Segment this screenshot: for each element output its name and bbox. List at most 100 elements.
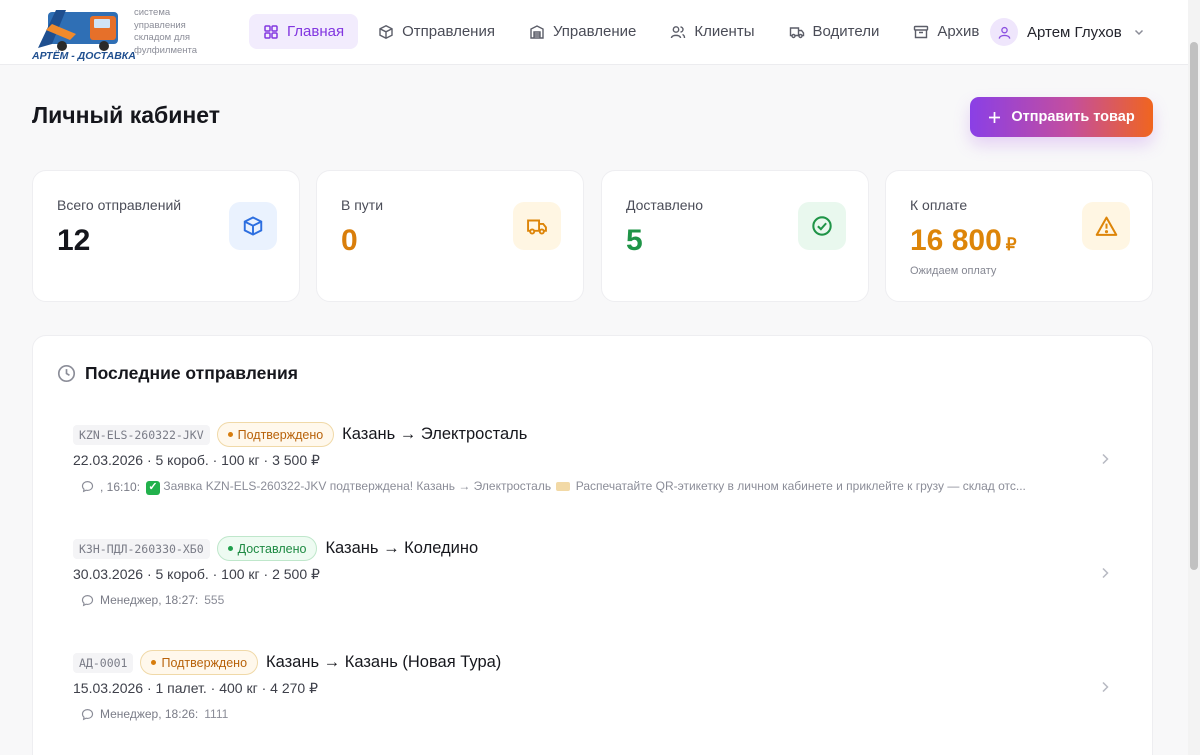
top-navbar: АРТЁМ - ДОСТАВКА система управления скла… bbox=[0, 0, 1188, 65]
user-name: Артем Глухов bbox=[1027, 23, 1122, 41]
shipment-meta: 30.03.2026 · 5 короб. · 100 кг · 2 500 ₽ bbox=[73, 566, 320, 582]
comment-icon bbox=[81, 481, 94, 493]
brand-tagline: система управления складом для фулфилмен… bbox=[134, 7, 198, 56]
warning-icon bbox=[1082, 202, 1130, 250]
stat-value: 0 bbox=[341, 224, 358, 257]
nav-item-shipments[interactable]: Отправления bbox=[364, 14, 509, 49]
shipment-row[interactable]: КЗН-ПДЛ-260330-ХБ0 Доставлено Казань → К… bbox=[33, 536, 1152, 636]
status-badge: Подтверждено bbox=[216, 422, 335, 447]
comment-text: 1111 bbox=[204, 707, 229, 721]
stat-value: 5 bbox=[626, 224, 643, 257]
user-icon bbox=[998, 26, 1010, 39]
shipment-route: Казань → Электросталь bbox=[342, 425, 528, 443]
stat-card-in-transit: В пути 0 bbox=[316, 170, 584, 302]
page-title: Личный кабинет bbox=[32, 102, 220, 128]
ticket-icon bbox=[556, 482, 571, 492]
status-dot bbox=[227, 546, 233, 551]
scrollbar-thumb[interactable] bbox=[1190, 42, 1198, 570]
comment-author: Менеджер, 18:26: bbox=[100, 707, 199, 721]
shipment-route: Казань → Коледино bbox=[325, 539, 479, 557]
stat-card-delivered: Доставлено 5 bbox=[601, 170, 869, 302]
shipment-header: АД-0001 Подтверждено Казань → Казань (Но… bbox=[73, 650, 501, 675]
nav-label: Главная bbox=[287, 23, 345, 40]
stat-label: В пути bbox=[341, 197, 384, 213]
status-text: Подтверждено bbox=[161, 655, 248, 670]
shipment-route: Казань → Казань (Новая Тура) bbox=[266, 653, 502, 671]
page-scrollbar[interactable] bbox=[1188, 0, 1200, 755]
check-mark-icon: ✓ bbox=[146, 480, 161, 495]
status-text: Подтверждено bbox=[237, 427, 324, 442]
nav-label: Водители bbox=[812, 23, 880, 40]
comment-part: Заявка KZN-ELS-260322-JKV подтверждена! … bbox=[163, 479, 552, 493]
stat-label: К оплате bbox=[910, 197, 968, 213]
comment-author: Менеджер, 18:27: bbox=[100, 593, 199, 607]
nav-label: Отправления bbox=[402, 23, 495, 40]
status-dot bbox=[151, 660, 157, 665]
stat-label: Доставлено bbox=[626, 197, 704, 213]
shipment-code: KZN-ELS-260322-JKV bbox=[73, 424, 210, 445]
nav-item-home[interactable]: Главная bbox=[249, 14, 359, 49]
archive-icon bbox=[914, 25, 929, 38]
shipment-header: KZN-ELS-260322-JKV Подтверждено Казань →… bbox=[73, 422, 527, 447]
shipment-code: АД-0001 bbox=[73, 652, 134, 673]
shipment-meta: 22.03.2026 · 5 короб. · 100 кг · 3 500 ₽ bbox=[73, 452, 320, 468]
last-comment: Менеджер, 18:26: 1111 bbox=[81, 707, 228, 721]
comment-text: ✓ Заявка KZN-ELS-260322-JKV подтверждена… bbox=[146, 479, 1026, 495]
users-icon bbox=[671, 25, 686, 38]
nav-item-drivers[interactable]: Водители bbox=[775, 14, 894, 49]
nav-label: Клиенты bbox=[694, 23, 755, 40]
nav-label: Управление bbox=[552, 23, 637, 40]
chevron-right-icon bbox=[1102, 567, 1109, 579]
warehouse-icon bbox=[530, 24, 544, 39]
plus-icon bbox=[989, 111, 1001, 123]
truck-icon bbox=[789, 26, 804, 38]
comment-text: 555 bbox=[204, 593, 225, 607]
comment-icon bbox=[81, 708, 94, 720]
shipment-header: КЗН-ПДЛ-260330-ХБ0 Доставлено Казань → К… bbox=[73, 536, 478, 561]
comment-author: , 16:10: bbox=[100, 479, 141, 494]
status-text: Доставлено bbox=[237, 541, 307, 556]
stat-sub: Ожидаем оплату bbox=[910, 265, 997, 277]
recent-shipments-panel: Последние отправления KZN-ELS-260322-JKV… bbox=[32, 335, 1153, 755]
main-nav: Главная Отправления Управление Клиенты В… bbox=[249, 14, 993, 49]
chevron-right-icon bbox=[1102, 681, 1109, 693]
shipment-meta: 15.03.2026 · 1 палет. · 400 кг · 4 270 ₽ bbox=[73, 680, 318, 696]
nav-item-archive[interactable]: Архив bbox=[899, 14, 993, 49]
stat-card-total: Всего отправлений 12 bbox=[32, 170, 300, 302]
last-comment: , 16:10: ✓ Заявка KZN-ELS-260322-JKV под… bbox=[81, 479, 1026, 495]
user-menu[interactable]: Артем Глухов bbox=[990, 18, 1145, 46]
svg-text:АРТЁМ - ДОСТАВКА: АРТЁМ - ДОСТАВКА bbox=[31, 49, 136, 62]
company-logo[interactable]: АРТЁМ - ДОСТАВКА bbox=[30, 4, 136, 62]
currency: ₽ bbox=[1005, 235, 1017, 254]
shipment-code: КЗН-ПДЛ-260330-ХБ0 bbox=[73, 538, 210, 559]
status-badge: Подтверждено bbox=[140, 650, 259, 675]
truck-icon bbox=[513, 202, 561, 250]
stat-value: 12 bbox=[57, 224, 91, 257]
amount: 16 800 bbox=[910, 224, 1002, 257]
send-goods-button[interactable]: Отправить товар bbox=[970, 97, 1153, 137]
shipment-row[interactable]: KZN-ELS-260322-JKV Подтверждено Казань →… bbox=[33, 422, 1152, 522]
status-badge: Доставлено bbox=[216, 536, 318, 561]
stat-value: 16 800 ₽ bbox=[910, 224, 1017, 258]
send-goods-label: Отправить товар bbox=[1011, 109, 1135, 125]
clock-icon bbox=[57, 364, 76, 383]
comment-part: Распечатайте QR-этикетку в личном кабине… bbox=[575, 479, 1026, 493]
grid-icon bbox=[264, 24, 278, 39]
nav-item-management[interactable]: Управление bbox=[515, 14, 650, 49]
box-icon bbox=[379, 24, 393, 39]
chevron-down-icon bbox=[1134, 29, 1143, 36]
shipment-row[interactable]: АД-0001 Подтверждено Казань → Казань (Но… bbox=[33, 650, 1152, 750]
stat-label: Всего отправлений bbox=[57, 197, 182, 213]
stat-card-to-pay: К оплате 16 800 ₽ Ожидаем оплату bbox=[885, 170, 1153, 302]
nav-item-clients[interactable]: Клиенты bbox=[656, 14, 768, 49]
status-dot bbox=[227, 432, 233, 437]
box-icon bbox=[229, 202, 277, 250]
chevron-right-icon bbox=[1102, 453, 1109, 465]
avatar bbox=[990, 18, 1018, 46]
nav-label: Архив bbox=[937, 23, 980, 40]
last-comment: Менеджер, 18:27: 555 bbox=[81, 593, 224, 607]
check-circle-icon bbox=[798, 202, 846, 250]
comment-icon bbox=[81, 594, 94, 606]
panel-title: Последние отправления bbox=[85, 363, 298, 383]
panel-header: Последние отправления bbox=[57, 363, 298, 384]
